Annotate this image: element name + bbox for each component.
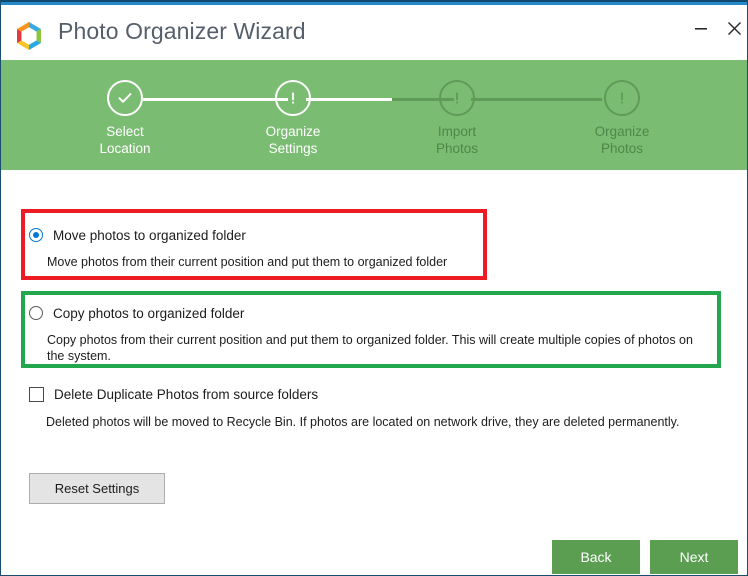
reset-settings-button[interactable]: Reset Settings bbox=[29, 473, 165, 504]
exclamation-icon bbox=[604, 80, 640, 116]
option-copy-description: Copy photos from their current position … bbox=[47, 333, 693, 363]
option-copy-title: Copy photos to organized folder bbox=[53, 305, 245, 321]
close-icon bbox=[727, 21, 741, 35]
wizard-step-label: Organize Settings bbox=[218, 123, 368, 157]
wizard-step-import-photos[interactable]: Import Photos bbox=[382, 80, 532, 157]
close-button[interactable] bbox=[714, 11, 747, 45]
option-move-description: Move photos from their current position … bbox=[47, 255, 448, 269]
step-label-line2: Settings bbox=[268, 141, 318, 156]
wizard-step-organize-settings[interactable]: Organize Settings bbox=[218, 80, 368, 157]
wizard-step-select-location[interactable]: Select Location bbox=[50, 80, 200, 157]
radio-move-photos[interactable] bbox=[29, 228, 43, 242]
wizard-content: Move photos to organized folder Move pho… bbox=[1, 170, 747, 575]
option-move-photos[interactable]: Move photos to organized folder Move pho… bbox=[29, 226, 479, 270]
exclamation-icon bbox=[275, 80, 311, 116]
back-button[interactable]: Back bbox=[552, 540, 640, 574]
step-label-line2: Photos bbox=[600, 141, 644, 156]
step-label-line2: Location bbox=[99, 141, 151, 156]
option-move-title: Move photos to organized folder bbox=[53, 227, 246, 243]
title-bar: Photo Organizer Wizard bbox=[1, 5, 747, 60]
step-label-line1: Organize bbox=[265, 124, 321, 139]
minimize-icon bbox=[695, 28, 707, 30]
radio-copy-photos[interactable] bbox=[29, 306, 43, 320]
wizard-window: Photo Organizer Wizard Select Location O… bbox=[0, 0, 748, 576]
step-label-line1: Select bbox=[106, 124, 144, 139]
wizard-step-label: Organize Photos bbox=[547, 123, 697, 157]
wizard-step-organize-photos[interactable]: Organize Photos bbox=[547, 80, 697, 157]
checkbox-delete-duplicates[interactable] bbox=[29, 386, 44, 402]
step-label-line2: Photos bbox=[435, 141, 479, 156]
option-delete-duplicates[interactable]: Delete Duplicate Photos from source fold… bbox=[29, 385, 705, 430]
wizard-step-label: Select Location bbox=[50, 123, 200, 157]
step-connector-2-3-done bbox=[306, 98, 392, 101]
option-delete-duplicates-title: Delete Duplicate Photos from source fold… bbox=[54, 386, 319, 402]
option-copy-photos[interactable]: Copy photos to organized folder Copy pho… bbox=[29, 304, 705, 364]
step-label-line1: Import bbox=[437, 124, 477, 139]
step-label-line1: Organize bbox=[594, 124, 650, 139]
option-delete-duplicates-description: Deleted photos will be moved to Recycle … bbox=[46, 415, 680, 429]
check-icon bbox=[107, 80, 143, 116]
app-logo-icon bbox=[12, 20, 46, 54]
next-button[interactable]: Next bbox=[650, 540, 738, 574]
exclamation-icon bbox=[439, 80, 475, 116]
wizard-steps: Select Location Organize Settings Import… bbox=[1, 60, 747, 170]
app-title: Photo Organizer Wizard bbox=[58, 18, 306, 44]
step-connector-1-2 bbox=[143, 98, 288, 101]
wizard-step-bar: Select Location Organize Settings Import… bbox=[1, 60, 747, 170]
step-connector-3-4 bbox=[471, 98, 602, 101]
wizard-step-label: Import Photos bbox=[382, 123, 532, 157]
